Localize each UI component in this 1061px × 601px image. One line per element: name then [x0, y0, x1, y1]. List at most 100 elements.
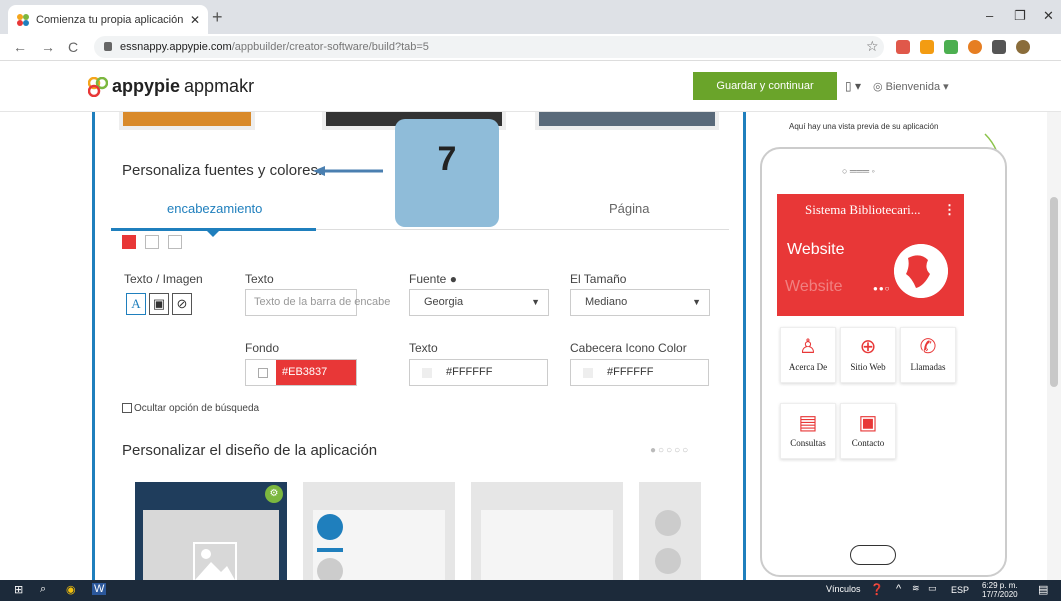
color-swatch-white[interactable]	[145, 235, 159, 249]
info-icon[interactable]: ●	[450, 272, 457, 286]
color-preview-box[interactable]	[258, 368, 268, 378]
preview-button-consultas[interactable]: ▤ Consultas	[780, 403, 836, 459]
preview-button-contacto[interactable]: ▣ Contacto	[840, 403, 896, 459]
help-icon[interactable]: ❓	[870, 583, 884, 596]
bookmark-star-icon[interactable]: ☆	[866, 38, 879, 55]
preview-button-sitio[interactable]: ⊕ Sitio Web	[840, 327, 896, 383]
banner-text-faded: Website	[785, 278, 843, 295]
label-background: Fondo	[245, 341, 280, 355]
section-title: Personaliza fuentes y colores.	[122, 162, 323, 179]
word-taskbar-icon[interactable]: W	[92, 583, 107, 595]
overflow-menu-icon[interactable]: ⋮	[943, 194, 956, 226]
layout-preview	[313, 510, 445, 580]
battery-icon[interactable]: ▭	[928, 583, 937, 594]
header-text-input[interactable]: Texto de la barra de encabe	[245, 289, 390, 316]
welcome-menu[interactable]: ◎ Bienvenida ▾	[873, 80, 949, 93]
extension-cookie-icon[interactable]	[968, 40, 982, 54]
forward-icon[interactable]: →	[41, 39, 55, 55]
windows-taskbar: ⊞ ⌕ ◉ W Vínculos ❓ ^ ≋ ▭ ESP 6:29 p. m. …	[0, 580, 1061, 601]
preview-hint: Aquí hay una vista previa de su aplicaci…	[789, 122, 939, 131]
arrow-left-icon	[313, 166, 383, 176]
extension-bag-icon[interactable]	[920, 40, 934, 54]
tray-chevron-icon[interactable]: ^	[896, 583, 901, 595]
active-tab-caret	[207, 231, 219, 237]
text-mode-icon[interactable]: A	[126, 293, 146, 315]
minimize-button[interactable]: –	[986, 8, 993, 23]
appypie-logo-icon	[88, 76, 108, 97]
theme-thumbnail[interactable]	[119, 112, 255, 130]
url-path: /appbuilder/creator-software/build?tab=5	[231, 41, 429, 53]
device-selector-icon[interactable]: ▯ ▾	[845, 79, 861, 93]
tab-title: Comienza tu propia aplicación en	[36, 13, 186, 26]
layout-option-selected[interactable]: ⚙	[135, 482, 287, 580]
layout-option[interactable]	[303, 482, 455, 580]
theme-thumbnail[interactable]	[535, 112, 719, 130]
scrollbar-thumb[interactable]	[1050, 197, 1058, 387]
extensions-puzzle-icon[interactable]	[992, 40, 1006, 54]
layout-option[interactable]	[639, 482, 701, 580]
globe-icon	[894, 244, 948, 298]
windows-start-icon[interactable]: ⊞	[14, 583, 23, 596]
layout-pager-dots[interactable]: ●○○○○	[650, 445, 690, 456]
label-text-color: Texto	[409, 341, 438, 355]
extension-pdf-icon[interactable]	[896, 40, 910, 54]
tab-pagina[interactable]: Página	[609, 201, 649, 216]
browser-tab-bar: Comienza tu propia aplicación en ✕ + – ❐…	[0, 0, 1061, 34]
preview-app-title: Sistema Bibliotecari...	[805, 202, 921, 217]
url-input[interactable]: essnappy.appypie.com/appbuilder/creator-…	[94, 36, 884, 58]
window-close-button[interactable]: ✕	[1043, 8, 1054, 24]
notifications-icon[interactable]: ▤	[1038, 583, 1048, 596]
background-color-input[interactable]: #EB3837	[245, 359, 357, 386]
extension-green-icon[interactable]	[944, 40, 958, 54]
bar-placeholder	[317, 548, 343, 552]
save-continue-button[interactable]: Guardar y continuar	[693, 72, 837, 100]
tab-close-icon[interactable]: ✕	[190, 13, 200, 27]
color-swatch-red[interactable]	[122, 235, 136, 249]
reload-icon[interactable]: C	[68, 39, 78, 55]
banner-dots[interactable]: ●●○	[873, 284, 891, 293]
search-icon[interactable]: ⌕	[40, 583, 46, 596]
app-header: appypie appmakr Guardar y continuar ▯ ▾ …	[0, 61, 1061, 112]
label-font: Fuente ●	[409, 272, 457, 286]
preview-button-llamadas[interactable]: ✆ Llamadas	[900, 327, 956, 383]
editor-panel: Personaliza fuentes y colores. 7 encabez…	[92, 112, 746, 580]
color-swatch-white[interactable]	[168, 235, 182, 249]
preview-button-acerca[interactable]: ♙ Acerca De	[780, 327, 836, 383]
user-icon: ◎	[873, 81, 886, 93]
new-tab-button[interactable]: +	[212, 7, 223, 28]
preview-banner[interactable]: Website Website ●●○	[777, 226, 964, 316]
font-select[interactable]: Georgia ▼	[409, 289, 549, 316]
contact-card-icon: ▣	[858, 412, 878, 434]
checkbox-box[interactable]	[122, 403, 132, 414]
links-label[interactable]: Vínculos	[826, 584, 861, 594]
layout-option[interactable]	[471, 482, 623, 580]
settings-gear-icon[interactable]: ⚙	[265, 485, 283, 503]
document-icon: ▤	[798, 412, 818, 434]
logo-product: appmakr	[184, 76, 255, 96]
tab-encabezamiento[interactable]: encabezamiento	[167, 201, 262, 216]
appypie-logo[interactable]: appypie appmakr	[88, 76, 254, 97]
size-select[interactable]: Mediano ▼	[570, 289, 710, 316]
preview-app-header: Sistema Bibliotecari... ⋮	[777, 194, 964, 226]
phone-speaker-icon: ○ ═══ ◦	[842, 166, 875, 176]
header-icon-color-input[interactable]: #FFFFFF	[570, 359, 709, 386]
profile-avatar[interactable]	[1016, 40, 1030, 54]
image-mode-icon[interactable]: ▣	[149, 293, 169, 315]
text-color-input[interactable]: #FFFFFF	[409, 359, 548, 386]
clock[interactable]: 6:29 p. m. 17/7/2020	[982, 581, 1018, 599]
chrome-taskbar-icon[interactable]: ◉	[66, 583, 76, 596]
color-preview-box[interactable]	[583, 368, 593, 378]
wifi-icon[interactable]: ≋	[912, 583, 920, 594]
editor-tabs: encabezamiento Página	[111, 194, 729, 237]
hide-search-checkbox[interactable]: Ocultar opción de búsqueda	[122, 403, 259, 414]
label-size: El Tamaño	[570, 272, 627, 286]
browser-tab[interactable]: Comienza tu propia aplicación en ✕	[8, 5, 208, 34]
restore-button[interactable]: ❐	[1014, 8, 1026, 24]
none-mode-icon[interactable]: ⊘	[172, 293, 192, 315]
language-label[interactable]: ESP	[951, 585, 969, 595]
color-preview-box[interactable]	[422, 368, 432, 378]
layout-preview	[481, 510, 613, 580]
back-icon[interactable]: ←	[13, 39, 27, 55]
image-placeholder-icon	[193, 542, 237, 580]
page-scrollbar[interactable]	[1047, 112, 1061, 580]
